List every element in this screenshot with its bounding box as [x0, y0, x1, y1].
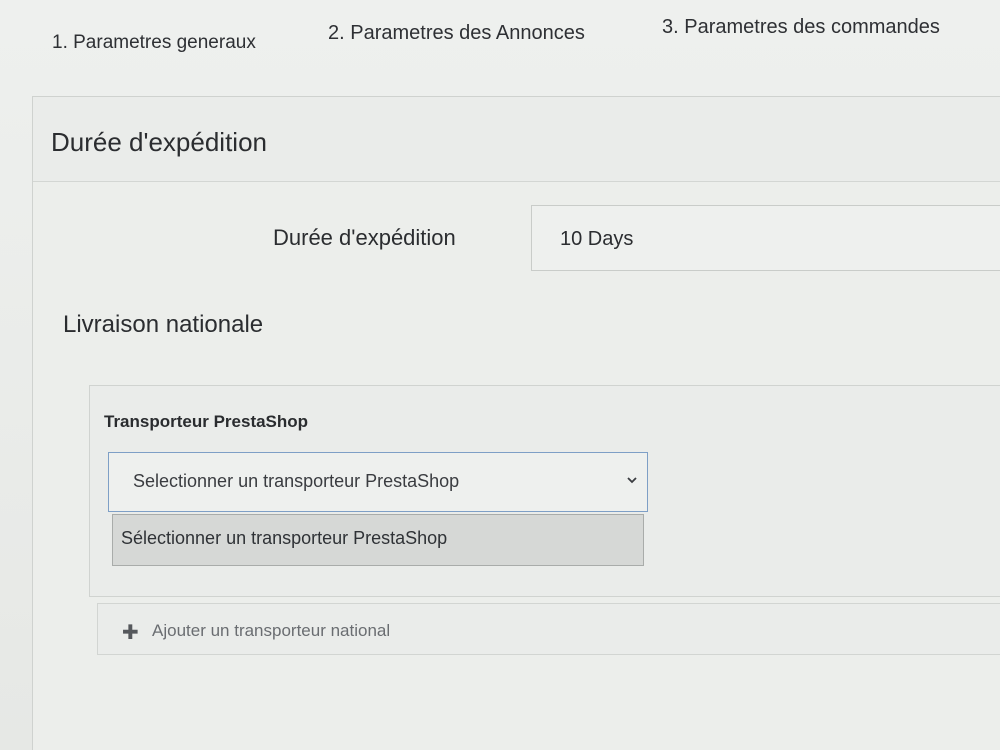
- carrier-select[interactable]: Selectionner un transporteur PrestaShop: [108, 452, 648, 512]
- carrier-label: Transporteur PrestaShop: [104, 412, 309, 431]
- page: 1. Parametres generaux 2. Parametres des…: [0, 0, 1000, 750]
- carrier-box: Transporteur PrestaShop Selectionner un …: [89, 385, 1000, 597]
- panel-header: Durée d'expédition: [33, 97, 1000, 182]
- add-national-carrier-button[interactable]: ✚ Ajouter un transporteur national: [97, 603, 1000, 655]
- chevron-down-icon: [627, 477, 637, 484]
- tab-order-settings[interactable]: 3. Parametres des commandes: [662, 16, 940, 39]
- dropdown-option-label: Sélectionner un transporteur PrestaShop: [121, 528, 448, 548]
- national-delivery-title: Livraison nationale: [63, 311, 264, 338]
- tab-bar: 1. Parametres generaux 2. Parametres des…: [0, 0, 1000, 80]
- shipping-duration-value: 10 Days: [560, 228, 634, 250]
- add-national-carrier-label: Ajouter un transporteur national: [152, 621, 391, 640]
- panel-title: Durée d'expédition: [51, 127, 267, 157]
- tab-listing-settings[interactable]: 2. Parametres des Annonces: [328, 22, 585, 45]
- settings-panel: Durée d'expédition Durée d'expédition 10…: [32, 96, 1000, 750]
- plus-icon: ✚: [122, 622, 139, 644]
- shipping-duration-label: Durée d'expédition: [273, 225, 456, 250]
- shipping-duration-row: Durée d'expédition 10 Days: [33, 205, 1000, 275]
- carrier-dropdown-option[interactable]: Sélectionner un transporteur PrestaShop: [112, 514, 644, 566]
- tab-general-settings[interactable]: 1. Parametres generaux: [52, 32, 256, 54]
- shipping-duration-field[interactable]: 10 Days: [531, 205, 1000, 271]
- carrier-select-value: Selectionner un transporteur PrestaShop: [133, 471, 460, 491]
